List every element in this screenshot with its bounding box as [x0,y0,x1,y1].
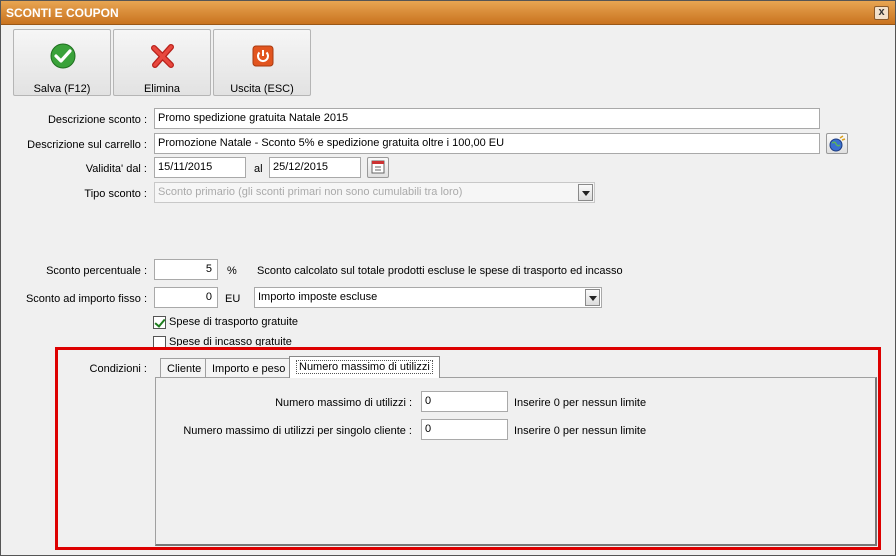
percentuale-unit: % [227,265,237,277]
percentuale-label: Sconto percentuale : [46,265,147,277]
dialog-window: SCONTI E COUPON x Salva (F12) Elimina Us… [0,0,896,556]
importo-unit: EU [225,293,241,305]
incasso-label: Spese di incasso gratuite [169,336,292,346]
chevron-down-icon[interactable] [585,289,600,306]
tipo-select[interactable]: Sconto primario (gli sconti primari non … [154,182,595,203]
close-button[interactable]: x [874,6,889,20]
importo-label: Sconto ad importo fisso : [25,293,147,305]
percentuale-note: Sconto calcolato sul totale prodotti esc… [257,265,623,277]
tipo-label: Tipo sconto : [84,188,147,200]
importo-select[interactable]: Importo imposte escluse [254,287,602,308]
window-title: SCONTI E COUPON [6,6,119,20]
power-icon [252,45,274,67]
validita-from-input[interactable]: 15/11/2015 [154,157,246,178]
tipo-select-value: Sconto primario (gli sconti primari non … [158,186,463,198]
calendar-button[interactable] [367,157,389,178]
importo-input[interactable]: 0 [154,287,218,308]
checkmark-circle-icon [50,43,76,69]
validita-to-input[interactable]: 25/12/2015 [269,157,361,178]
save-button[interactable]: Salva (F12) [13,29,111,96]
exit-button[interactable]: Uscita (ESC) [213,29,311,96]
exit-label: Uscita (ESC) [230,83,294,95]
delete-button[interactable]: Elimina [113,29,211,96]
carrello-input[interactable]: Promozione Natale - Sconto 5% e spedizio… [154,133,820,154]
delete-label: Elimina [143,83,181,95]
trasporto-checkbox[interactable] [153,316,166,329]
save-label: Salva (F12) [33,83,91,95]
importo-select-value: Importo imposte escluse [258,291,378,303]
globe-button[interactable] [826,133,848,154]
red-x-icon [151,44,174,68]
chevron-down-icon[interactable] [578,184,593,201]
percentuale-input[interactable]: 5 [154,259,218,280]
trasporto-label: Spese di trasporto gratuite [169,316,299,328]
highlight-frame [55,347,881,550]
validita-label: Validita' dal : [85,163,147,175]
descrizione-label: Descrizione sconto : [47,114,147,126]
globe-icon [829,135,846,152]
validita-al-label: al [254,163,263,175]
calendar-icon [371,160,385,174]
descrizione-input[interactable]: Promo spedizione gratuita Natale 2015 [154,108,820,129]
title-bar[interactable]: SCONTI E COUPON x [1,1,895,25]
carrello-label: Descrizione sul carrello : [27,139,147,151]
